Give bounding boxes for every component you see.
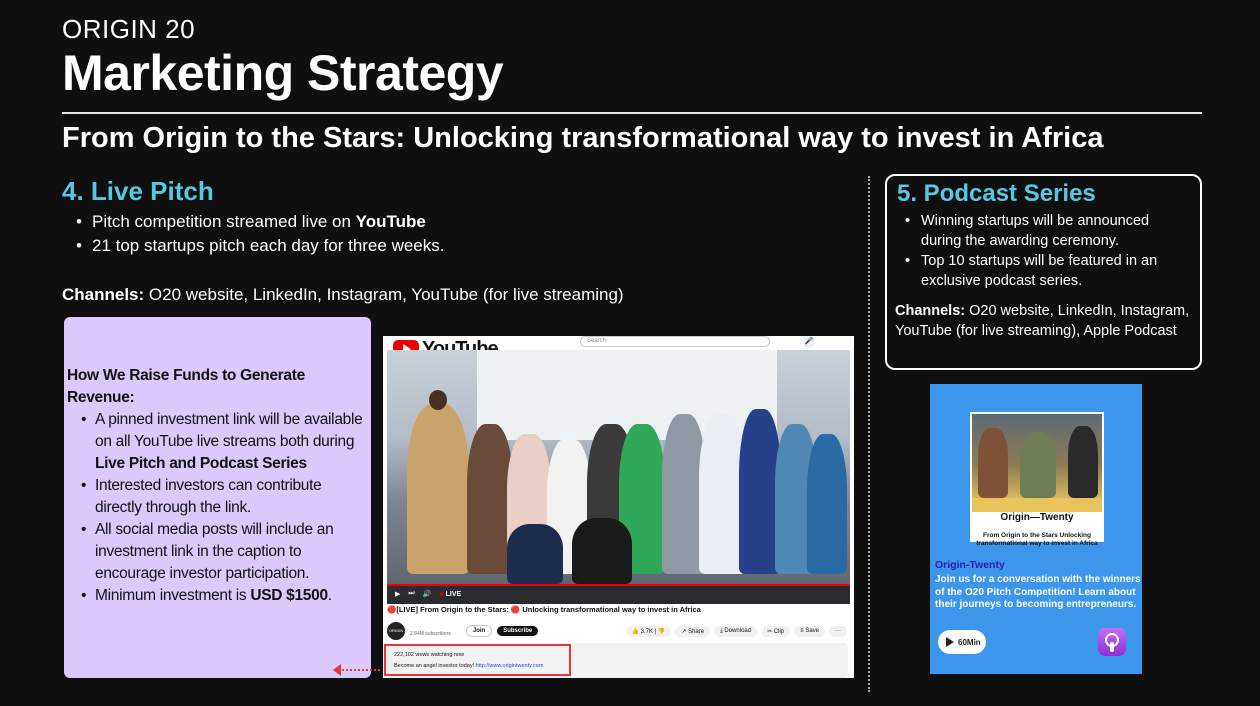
slide-subtitle: From Origin to the Stars: Unlocking tran… [62,122,1104,154]
video-progress-bar[interactable] [387,584,850,586]
bullet-text: . [327,587,332,604]
live-pitch-title: 4. Live Pitch [62,176,214,206]
scissors-icon: ✂ [767,628,774,635]
podcast-name: Origin-Twenty [935,559,1005,571]
cta-text: Become an angel investor today! [394,663,476,669]
video-person [807,434,847,574]
podcast-play-button[interactable]: 60Min [938,630,986,654]
podcast-duration: 60Min [958,637,981,647]
investment-link-highlight: 222,102 views watching now Become an ang… [384,644,571,676]
fundraising-bullet: All social media posts will include an i… [81,519,365,585]
podcast-description: Join us for a conversation with the winn… [935,574,1141,610]
podcast-bullets: Winning startups will be announced durin… [905,211,1192,291]
video-person [407,404,469,574]
like-button[interactable]: 👍 3.7K | 👎 [625,625,672,637]
youtube-search-input[interactable]: Search [580,336,770,347]
like-count: 3.7K [640,628,653,635]
podcast-bullet: Winning startups will be announced durin… [905,211,1192,251]
podcast-bullet: Top 10 startups will be featured in an e… [905,251,1192,291]
youtube-screenshot: YouTube Search 🎤 ▶ ⏭ 🔊 LIVE 🔴[LIVE] From… [383,336,854,678]
play-icon [946,637,954,647]
download-label: Download [724,627,752,634]
live-pitch-bullets: Pitch competition streamed live on YouTu… [76,210,776,258]
channels-label: Channels: [62,285,145,304]
save-label: Save [805,627,819,634]
channel-row: ORIGIN 20 2.84M subscribers Join Subscri… [387,621,847,651]
slide-label: ORIGIN 20 [62,14,196,44]
channel-avatar[interactable]: ORIGIN 20 [387,622,405,651]
podcast-channels: Channels: O20 website, LinkedIn, Instagr… [895,301,1192,341]
thumbs-up-icon: 👍 [631,628,641,635]
live-pitch-bullet: Pitch competition streamed live on YouTu… [76,210,776,234]
arrow-line [338,669,380,671]
podcast-card: Origin—Twenty From Origin to the Stars U… [930,384,1142,674]
video-person [507,524,563,584]
podcast-brand-bar [972,498,1102,512]
subscriber-count: 2.84M subscribers [410,631,451,637]
fundraising-bullet: Interested investors can contribute dire… [81,475,365,519]
play-icon[interactable]: ▶ [395,590,400,598]
podcast-cover-photo [972,414,1102,498]
podcast-cover-text: From Origin to the Stars Unlocking trans… [976,532,1098,547]
share-label: Share [688,628,705,635]
video-actions: 👍 3.7K | 👎 ↗ Share ⤓ Download ✂ Clip ≡ S… [625,625,847,637]
apple-podcasts-icon[interactable] [1098,628,1126,656]
live-badge: LIVE [439,591,462,598]
bullet-text: Minimum investment is [95,587,251,604]
video-controls[interactable]: ▶ ⏭ 🔊 LIVE [387,584,850,604]
cover-person [1068,426,1098,498]
microphone-icon[interactable]: 🎤 [803,336,815,348]
download-button[interactable]: ⤓ Download [714,625,758,637]
title-divider [62,112,1202,114]
slide-title: Marketing Strategy [62,45,504,101]
volume-icon[interactable]: 🔊 [423,590,432,598]
investment-cta: Become an angel investor today! http://w… [394,661,561,672]
cover-person [978,428,1008,498]
podcast-series-box: 5. Podcast Series Winning startups will … [885,174,1202,370]
podcast-brand: Origin—Twenty [1000,512,1074,523]
fundraising-bullets: A pinned investment link will be availab… [81,409,365,607]
fundraising-bullet: A pinned investment link will be availab… [81,409,365,475]
bullet-text: A pinned investment link will be availab… [95,411,363,450]
channels-label: Channels: [895,303,966,319]
join-button[interactable]: Join [465,625,493,637]
video-person-head [429,390,447,410]
vertical-divider [868,176,870,692]
bullet-text: Pitch competition streamed live on [92,212,356,231]
clip-label: Clip [773,628,785,635]
live-pitch-channels: Channels: O20 website, LinkedIn, Instagr… [62,285,624,305]
arrow-left-icon [333,664,341,676]
bullet-bold-text: USD $1500 [250,587,328,604]
investment-link[interactable]: http://www.origintwenty.com [476,663,544,669]
next-icon[interactable]: ⏭ [408,590,414,598]
podcast-cover[interactable]: Origin—Twenty From Origin to the Stars U… [970,412,1104,547]
fundraising-box: How We Raise Funds to Generate Revenue: … [64,317,371,678]
bullet-bold-text: YouTube [355,212,426,231]
live-pitch-bullet: 21 top startups pitch each day for three… [76,234,776,258]
watching-count: 222,102 views watching now [394,652,465,658]
fundraising-heading: How We Raise Funds to Generate Revenue: [67,367,305,406]
subscribe-button[interactable]: Subscribe [497,626,539,636]
video-player[interactable]: ▶ ⏭ 🔊 LIVE [387,350,850,604]
video-person [572,518,632,584]
channels-text: O20 website, LinkedIn, Instagram, YouTub… [144,285,624,304]
share-button[interactable]: ↗ Share [675,625,711,637]
cover-person [1020,432,1056,498]
clip-button[interactable]: ✂ Clip [761,625,791,637]
more-options-button[interactable]: ··· [829,625,847,637]
video-title: 🔴[LIVE] From Origin to the Stars: 🔴 Unlo… [387,605,701,614]
thumbs-down-icon: | 👎 [652,628,666,635]
podcast-series-title: 5. Podcast Series [897,180,1096,207]
bullet-bold-text: Live Pitch and Podcast Series [95,455,307,472]
fundraising-bullet: Minimum investment is USD $1500. [81,585,365,607]
save-button[interactable]: ≡ Save [794,625,825,637]
